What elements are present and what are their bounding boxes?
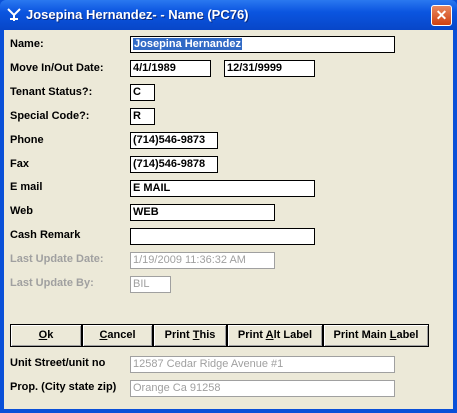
fax-label: Fax [10,158,29,170]
tenant-status-field[interactable]: C [130,84,155,101]
phone-label: Phone [10,134,44,146]
special-code-field[interactable]: R [130,108,155,125]
fax-field[interactable]: (714)546-9878 [130,156,218,173]
dialog-window: Josepina Hernandez- - Name (PC76) ✕ Name… [0,0,457,413]
name-label: Name: [10,38,44,50]
web-label: Web [10,205,34,217]
move-in-date-field[interactable]: 4/1/1989 [130,60,211,77]
email-label: E mail [10,181,43,193]
name-value: Josepina Hernandez [133,38,242,50]
last-update-date-label: Last Update Date: [10,253,104,265]
window-bottom-border [0,409,457,413]
cash-remark-label: Cash Remark [10,229,81,241]
close-icon: ✕ [435,7,448,23]
prop-city-field: Orange Ca 91258 [130,380,395,397]
web-field[interactable]: WEB [130,204,275,221]
name-field[interactable]: Josepina Hernandez [130,36,395,53]
last-update-date-field: 1/19/2009 11:36:32 AM [130,252,275,269]
cash-remark-field[interactable] [130,228,315,245]
phone-field[interactable]: (714)546-9873 [130,132,218,149]
print-this-button[interactable]: Print This [153,324,227,347]
unit-street-label: Unit Street/unit no [10,357,106,369]
move-out-date-field[interactable]: 12/31/9999 [224,60,315,77]
email-field[interactable]: E MAIL [130,180,315,197]
cancel-button[interactable]: Cancel [82,324,153,347]
unit-street-field: 12587 Cedar Ridge Avenue #1 [130,356,395,373]
app-icon [6,7,22,23]
close-button[interactable]: ✕ [431,5,452,26]
ok-button[interactable]: Ok [10,324,82,347]
move-in-out-label: Move In/Out Date: [10,62,104,74]
print-main-label-button[interactable]: Print Main Label [323,324,429,347]
last-update-by-label: Last Update By: [10,277,94,289]
special-code-label: Special Code?: [10,110,90,122]
last-update-by-field: BIL [130,276,171,293]
title-bar[interactable]: Josepina Hernandez- - Name (PC76) ✕ [0,0,457,30]
window-title: Josepina Hernandez- - Name (PC76) [26,7,249,22]
dialog-body: Name: Josepina Hernandez Move In/Out Dat… [4,30,453,409]
print-alt-label-button[interactable]: Print Alt Label [227,324,323,347]
prop-city-label: Prop. (City state zip) [10,381,117,393]
tenant-status-label: Tenant Status?: [10,86,93,98]
